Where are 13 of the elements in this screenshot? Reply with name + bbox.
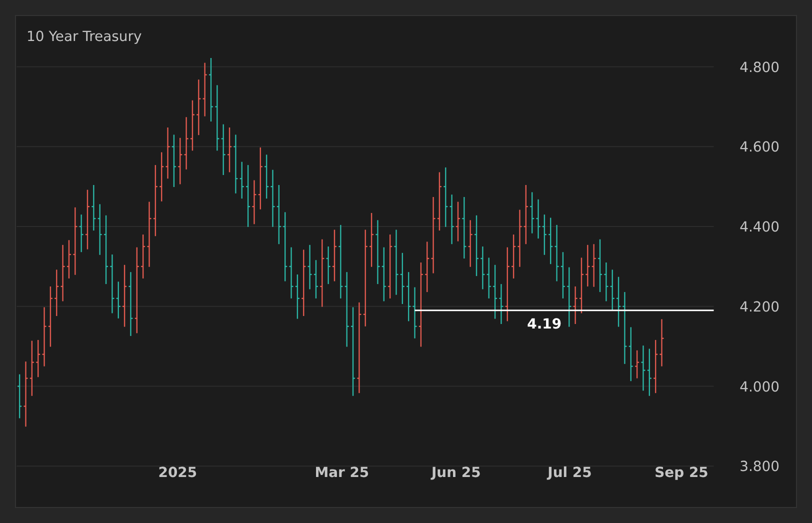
- y-axis-label: 4.400: [740, 220, 780, 236]
- x-axis-label: 2025: [158, 465, 198, 482]
- x-axis-label: Jul 25: [548, 465, 592, 482]
- x-axis-label: Sep 25: [654, 465, 708, 482]
- y-axis-label: 4.600: [740, 140, 780, 156]
- y-axis-label: 3.800: [740, 459, 780, 476]
- chart-title: 10 Year Treasury: [26, 28, 142, 45]
- x-axis-label: Mar 25: [314, 465, 370, 482]
- x-axis-label: Jun 25: [432, 465, 481, 482]
- price-level-label: 4.19: [527, 316, 562, 332]
- y-axis-label: 4.000: [740, 379, 780, 396]
- y-axis-label: 4.800: [740, 60, 780, 76]
- y-axis-label: 4.200: [740, 299, 780, 316]
